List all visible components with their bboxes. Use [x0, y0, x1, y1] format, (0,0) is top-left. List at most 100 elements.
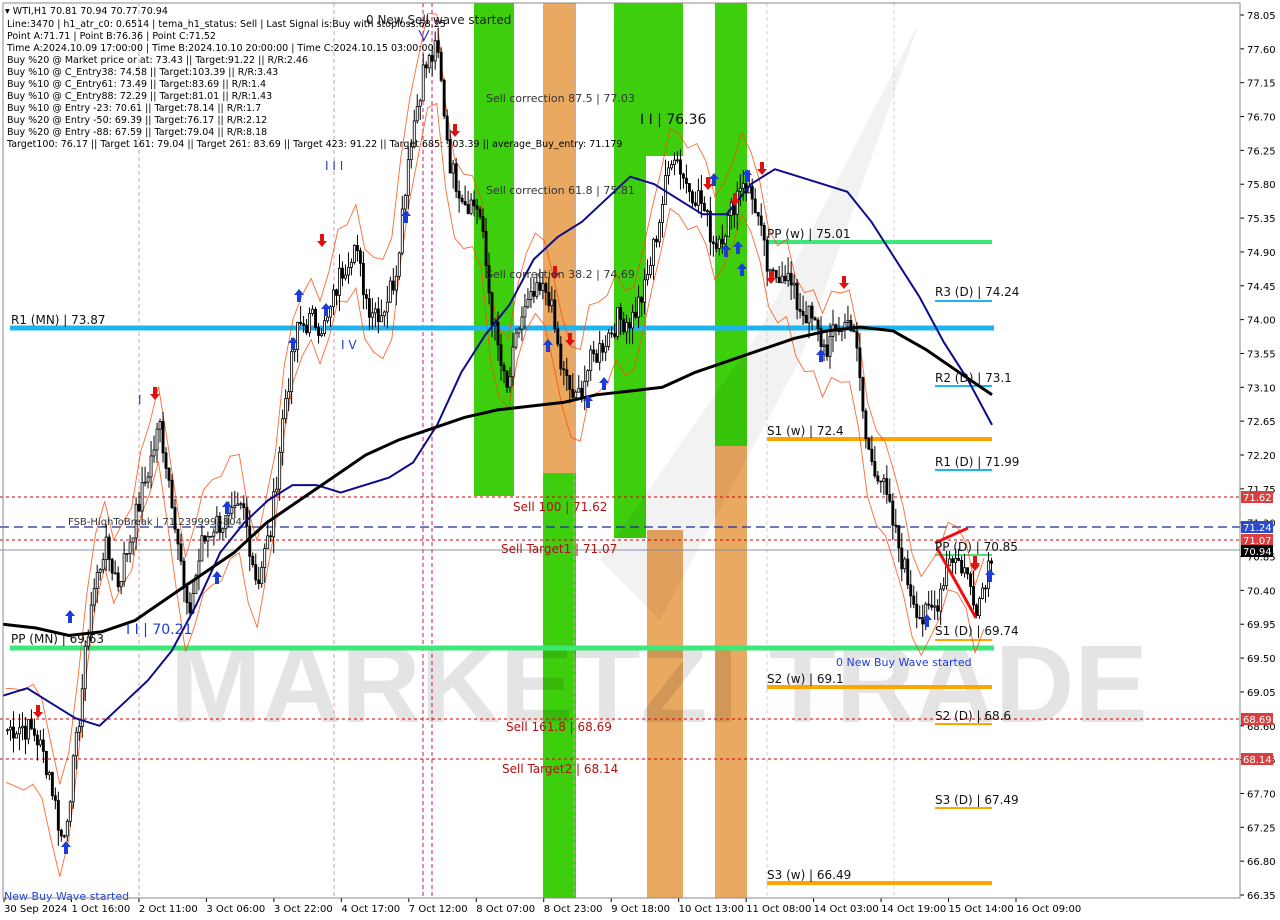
y-tick-label: 77.15 [1247, 79, 1276, 90]
candle-body [882, 478, 886, 482]
candle-body [966, 567, 970, 575]
candle-body [652, 238, 655, 266]
candle-body [355, 245, 359, 252]
candle-body [915, 603, 919, 618]
candle-body [77, 726, 81, 733]
candle-body [571, 388, 575, 398]
candle-body [544, 283, 548, 293]
candle-body [35, 734, 39, 746]
candle-body [720, 238, 724, 245]
candle-body [397, 252, 401, 277]
candle-body [179, 543, 183, 562]
badge-sell161: 68.69 [1243, 715, 1272, 726]
candle-body [535, 282, 539, 297]
candle-body [577, 387, 581, 393]
candle-body [128, 541, 132, 554]
candle-body [876, 475, 880, 482]
candle-body [756, 212, 760, 217]
candle-body [625, 322, 629, 333]
candle-body [909, 584, 913, 597]
candle-body [98, 569, 102, 573]
candle-body [888, 494, 892, 502]
candle-body [610, 332, 614, 335]
candle-body [972, 586, 976, 606]
sell161-label: Sell 161.8 | 68.69 [506, 720, 612, 734]
candle-body [32, 728, 36, 736]
candle-body [526, 299, 530, 308]
candle-body [317, 327, 320, 336]
candle-body [21, 725, 24, 729]
candle-body [649, 264, 652, 275]
candle-body [813, 317, 817, 321]
candle-body [699, 190, 703, 204]
candle-body [777, 276, 781, 284]
candle-body [206, 536, 210, 542]
iv-label: I V [341, 338, 357, 352]
candle-body [714, 243, 718, 249]
fsb-label: FSB-HighToBreak | 71.2399995804 [68, 517, 242, 528]
sell100-label: Sell 100 | 71.62 [513, 500, 607, 514]
candle-body [122, 553, 126, 582]
candle-body [556, 328, 560, 345]
candle-body [774, 269, 778, 278]
sell-arrow-icon [317, 234, 327, 247]
candle-body [568, 375, 572, 390]
candle-body [807, 305, 811, 324]
candle-body [696, 190, 700, 206]
candle-body [314, 308, 318, 328]
candle-body [12, 726, 15, 739]
candle-body [717, 238, 721, 249]
candle-body [161, 420, 165, 454]
candle-body [466, 204, 470, 214]
candle-body [197, 560, 201, 577]
candle-body [143, 481, 147, 484]
candle-body [933, 605, 937, 608]
candle-body [350, 262, 353, 268]
badge-current: 70.94 [1243, 547, 1272, 558]
y-tick-label: 66.35 [1247, 891, 1276, 902]
x-tick-label: 3 Oct 06:00 [206, 904, 265, 915]
candle-body [984, 587, 987, 590]
candle-body [679, 159, 682, 175]
candle-body [954, 557, 958, 563]
candle-body [110, 558, 114, 574]
y-tick-label: 69.95 [1247, 620, 1276, 631]
candle-body [29, 719, 33, 730]
candle-body [693, 202, 697, 206]
candle-body [903, 558, 907, 570]
candle-body [622, 318, 626, 333]
candle-body [783, 275, 787, 282]
candle-body [290, 351, 294, 393]
candle-body [158, 420, 162, 430]
candle-body [200, 535, 204, 562]
candle-body [768, 269, 772, 272]
candle-body [284, 398, 288, 420]
candle-body [816, 319, 820, 330]
candle-body [574, 391, 578, 398]
badge-sell100: 71.62 [1243, 493, 1272, 504]
candle-body [445, 115, 449, 141]
candle-body [107, 536, 111, 560]
candle-body [828, 335, 832, 357]
candle-body [460, 197, 464, 202]
candle-body [780, 275, 784, 284]
candle-body [59, 829, 63, 837]
s2-w-label: S2 (w) | 69.1 [767, 672, 844, 686]
y-tick-label: 75.80 [1247, 180, 1276, 191]
target2-label: Sell Target2 | 68.14 [502, 762, 618, 776]
x-tick-label: 30 Sep 2024 [4, 904, 67, 915]
candle-body [789, 272, 793, 286]
candle-body [146, 476, 150, 483]
candle-body [311, 308, 315, 314]
pp-mn-label: PP (MN) | 69.63 [11, 632, 104, 646]
candle-body [44, 750, 48, 776]
candle-body [338, 267, 341, 296]
buy-arrow-icon [294, 289, 304, 302]
y-tick-label: 69.50 [1247, 654, 1276, 665]
candle-body [424, 64, 428, 69]
candle-body [541, 283, 545, 291]
candle-body [101, 559, 105, 571]
candle-body [673, 159, 676, 165]
candle-body [592, 349, 596, 355]
candle-body [421, 64, 425, 102]
